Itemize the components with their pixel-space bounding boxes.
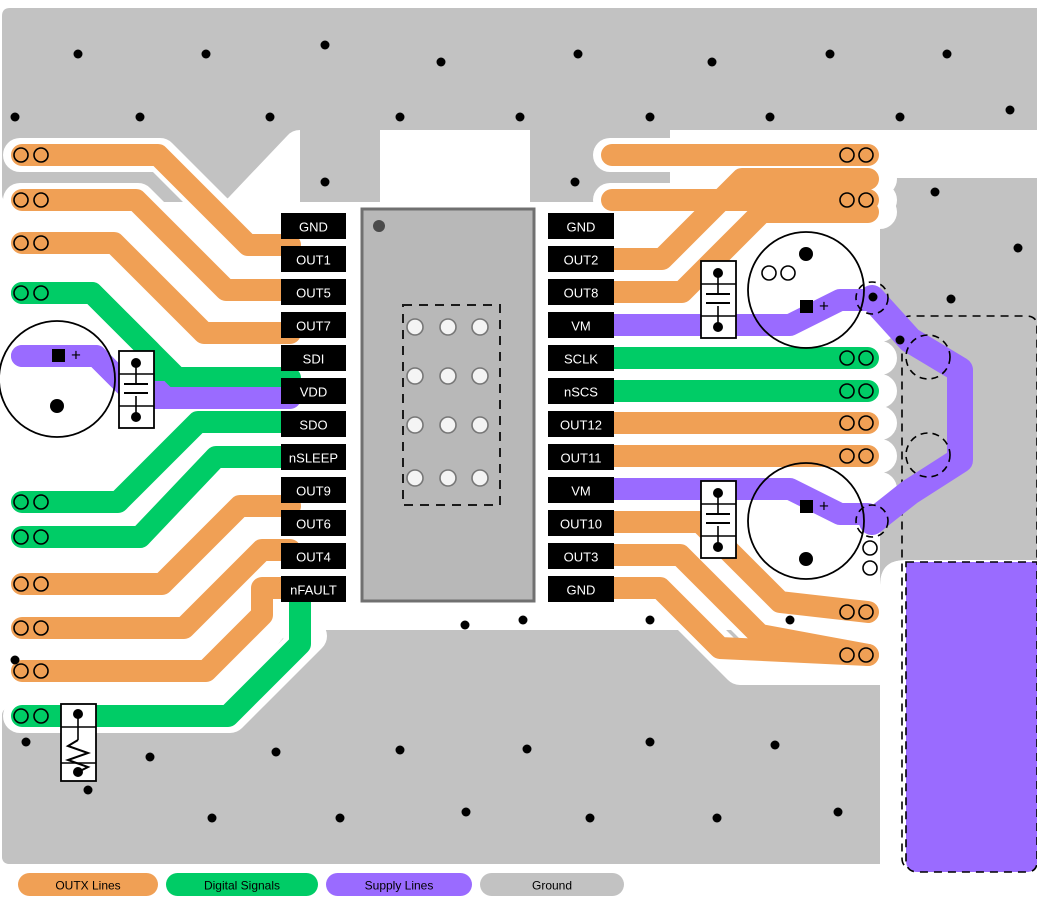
pin-label-right-out8: OUT8 [564,286,599,301]
legend-label-3: Ground [532,879,572,893]
via-dot [83,785,93,795]
pin-label-right-vm: VM [571,484,591,499]
pin-label-left-out4: OUT4 [296,550,331,565]
cap-plus-marker-left: + [71,346,81,365]
via-dot [645,112,655,122]
via-dot [712,813,722,823]
via-dot [515,112,525,122]
via-dot [570,177,580,187]
via-dot [765,112,775,122]
pin-label-right-out2: OUT2 [564,253,599,268]
via-dot [1013,243,1023,253]
pin-label-right-out12: OUT12 [560,418,602,433]
via-dot [573,49,583,59]
cap-body-marker-left [52,349,65,362]
via-dot [585,813,595,823]
via-dot [522,744,532,754]
via-dot [825,49,835,59]
cap-plus-marker-bottom: + [819,497,829,516]
vdd-bypass-cap[interactable] [118,350,155,429]
pin1-dot [373,220,385,232]
via-dot [770,740,780,750]
pin-label-right-out3: OUT3 [564,550,599,565]
via-dot [645,615,655,625]
legend-label-1: Digital Signals [204,879,280,893]
pin-label-right-out11: OUT11 [561,451,602,466]
via-dot [320,40,330,50]
pin-label-right-nscs: nSCS [564,385,598,400]
pin-label-left-out1: OUT1 [296,253,331,268]
via-dot [833,807,843,817]
via-dot [930,187,940,197]
via-dot [946,294,956,304]
via-dot [201,49,211,59]
pcb-layout-diagram: GND OUT1 OUT5 OUT7 SDI VDD SDO nSLEEP OUT9 OUT6 OU… [0,0,1037,899]
via-dot [436,57,446,67]
via-dot [320,177,330,187]
pin-label-left-out9: OUT9 [296,484,331,499]
pin-label-right-gnd: GND [567,583,596,598]
via-dot [461,807,471,817]
pin-label-left-out6: OUT6 [296,517,331,532]
via-dot [895,335,905,345]
via-dot [10,112,20,122]
gnd-via-left [50,399,64,413]
legend: OUTX Lines Digital Signals Supply Lines Gro… [18,873,624,896]
vm-power-pour [905,561,1037,873]
via-dot [460,620,470,630]
pin-label-left-out7: OUT7 [296,319,331,334]
via-dot [868,292,878,302]
gnd-via-bottom [799,552,813,566]
driver-ic[interactable] [360,207,536,603]
pin-label-right-vm: VM [571,319,591,334]
pin-label-left-nfault: nFAULT [290,583,337,598]
via-dot [707,57,717,67]
cap-body-marker-top [800,300,813,313]
legend-label-2: Supply Lines [365,879,434,893]
pin-label-right-sclk: SCLK [564,352,598,367]
via-dot [271,747,281,757]
via-dot [645,737,655,747]
via-dot [895,112,905,122]
via-dot [21,737,31,747]
via-dot [785,615,795,625]
via-dot [395,112,405,122]
legend-label-0: OUTX Lines [55,879,120,893]
via-dot [207,813,217,823]
pin-label-left-sdo: SDO [299,418,327,433]
cap-plus-marker-top: + [819,297,829,316]
via-dot [135,112,145,122]
pin-label-left-sdi: SDI [303,352,325,367]
via-dot [145,752,155,762]
via-dot [265,112,275,122]
vm-bulk-cap-top[interactable] [700,260,737,339]
pin-label-right-gnd: GND [567,220,596,235]
pin-label-right-out10: OUT10 [560,517,602,532]
nfault-pullup-resistor[interactable] [60,703,97,782]
vm-bulk-cap-bottom[interactable] [700,480,737,559]
pin-label-left-nsleep: nSLEEP [289,451,338,466]
via-dot [10,655,20,665]
via-dot [1005,105,1015,115]
via-dot [395,745,405,755]
pin-label-left-gnd: GND [299,220,328,235]
pin-label-left-vdd: VDD [300,385,327,400]
via-dot [518,615,528,625]
pin-label-left-out5: OUT5 [296,286,331,301]
via-dot [335,813,345,823]
via-dot [942,49,952,59]
gnd-via-top [799,247,813,261]
cap-body-marker-bottom [800,500,813,513]
via-dot [73,49,83,59]
